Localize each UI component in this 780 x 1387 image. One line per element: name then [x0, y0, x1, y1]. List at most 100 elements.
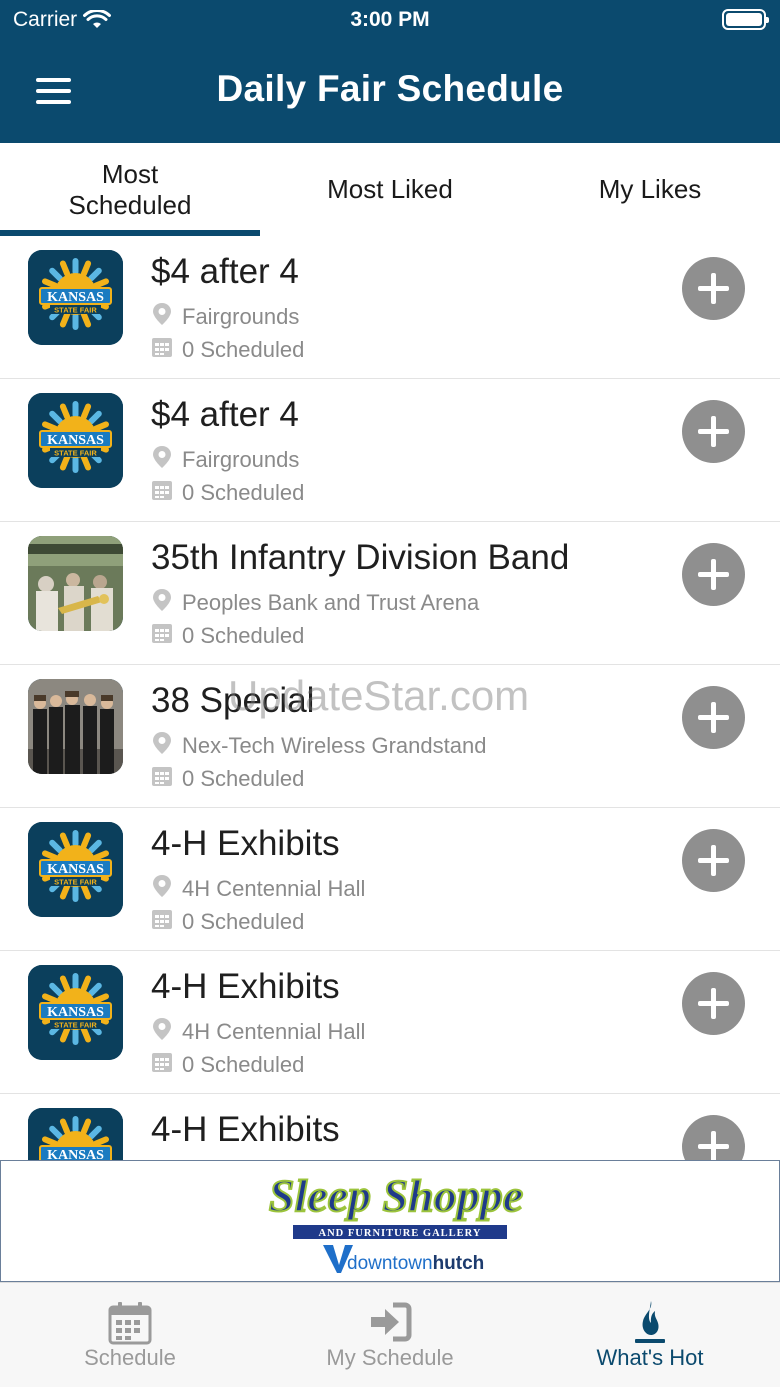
scheduled-label: 0 Scheduled: [182, 1052, 305, 1077]
calendar-icon: [151, 622, 173, 650]
calendar-icon: [151, 479, 173, 507]
location-label: Fairgrounds: [182, 304, 300, 329]
battery-icon: [722, 9, 769, 30]
status-time: 3:00 PM: [350, 8, 430, 31]
location-pin-icon: [151, 445, 173, 475]
scheduled-label: 0 Scheduled: [182, 337, 305, 362]
kansas-state-fair-logo: KANSAS STATE FAIR: [28, 965, 123, 1060]
kansas-state-fair-logo: KANSAS STATE FAIR: [28, 822, 123, 917]
event-scheduled-count: 0 Scheduled: [151, 908, 304, 936]
location-label: Peoples Bank and Trust Arena: [182, 590, 480, 615]
add-to-schedule-button[interactable]: [682, 1115, 745, 1160]
page-title: Daily Fair Schedule: [216, 68, 564, 109]
event-row[interactable]: 38 Special Nex-Tech Wireless Grandstand 0 …: [0, 665, 780, 808]
event-row[interactable]: KANSAS STATE FAIR 4-H Exhibits 4H Centenn…: [0, 808, 780, 951]
app-header: Carrier 3:00 PM Daily Fair Schedule: [0, 0, 780, 143]
event-scheduled-count: 0 Scheduled: [151, 479, 304, 507]
event-location: 4H Centennial Hall: [151, 874, 365, 904]
downtownhutch-label: downtownhutch: [347, 1253, 484, 1274]
event-list[interactable]: KANSAS STATE FAIR $4 after 4 Fairgrounds 0…: [0, 236, 780, 1160]
add-to-schedule-button[interactable]: [682, 543, 745, 606]
sleep-shoppe-brand: Sleep Shoppe: [269, 1170, 523, 1221]
event-row[interactable]: KANSAS STATE FAIR $4 after 4 Fairgrounds 0…: [0, 379, 780, 522]
location-pin-icon: [151, 874, 173, 904]
event-row[interactable]: KANSAS STATE FAIR 4-H Exhibits 4H Centenn…: [0, 951, 780, 1094]
svg-text:KANSAS: KANSAS: [47, 1148, 104, 1160]
tab-label: Most Scheduled: [68, 158, 192, 220]
calendar-icon: [108, 1302, 152, 1345]
sign-in-icon: [371, 1302, 412, 1342]
event-title: 35th Infantry Division Band: [151, 538, 570, 577]
tab-most-liked[interactable]: Most Liked: [260, 143, 520, 236]
kansas-state-fair-logo: KANSAS STATE FAIR: [28, 1108, 123, 1160]
add-to-schedule-button[interactable]: [682, 257, 745, 320]
tab-my-schedule[interactable]: My Schedule: [260, 1283, 520, 1387]
event-title: 4-H Exhibits: [151, 967, 340, 1006]
band-photo: [28, 536, 123, 631]
event-title: 38 Special: [151, 681, 315, 720]
add-to-schedule-button[interactable]: [682, 829, 745, 892]
calendar-icon: [151, 336, 173, 364]
event-location: Peoples Bank and Trust Arena: [151, 588, 479, 618]
event-scheduled-count: 0 Scheduled: [151, 336, 304, 364]
svg-text:STATE FAIR: STATE FAIR: [54, 306, 97, 315]
event-scheduled-count: 0 Scheduled: [151, 622, 304, 650]
schedule-tabs: Most Scheduled Most Liked My Likes: [0, 143, 780, 236]
add-to-schedule-button[interactable]: [682, 400, 745, 463]
location-label: Fairgrounds: [182, 447, 300, 472]
calendar-icon: [151, 908, 173, 936]
location-label: 4H Centennial Hall: [182, 1019, 366, 1044]
calendar-icon: [151, 765, 173, 793]
location-pin-icon: [151, 588, 173, 618]
scheduled-label: 0 Scheduled: [182, 766, 305, 791]
sleep-shoppe-tagline: AND FURNITURE GALLERY: [319, 1228, 482, 1239]
svg-text:KANSAS: KANSAS: [47, 862, 104, 877]
event-location: Fairgrounds: [151, 302, 299, 332]
flame-icon: [635, 1301, 665, 1343]
event-row[interactable]: KANSAS STATE FAIR $4 after 4 Fairgrounds 0…: [0, 236, 780, 379]
scheduled-label: 0 Scheduled: [182, 623, 305, 648]
svg-text:KANSAS: KANSAS: [47, 433, 104, 448]
tab-most-scheduled[interactable]: Most Scheduled: [0, 143, 260, 236]
svg-text:STATE FAIR: STATE FAIR: [54, 878, 97, 887]
scheduled-label: 0 Scheduled: [182, 909, 305, 934]
tab-my-likes[interactable]: My Likes: [520, 143, 780, 236]
event-location: Nex-Tech Wireless Grandstand: [151, 731, 486, 761]
tab-label: Most Liked: [327, 174, 453, 204]
location-pin-icon: [151, 302, 173, 332]
scheduled-label: 0 Scheduled: [182, 480, 305, 505]
location-pin-icon: [151, 1017, 173, 1047]
event-row[interactable]: KANSAS STATE FAIR 4-H Exhibits: [0, 1094, 780, 1160]
event-scheduled-count: 0 Scheduled: [151, 1051, 304, 1079]
tab-label: What's Hot: [596, 1345, 704, 1370]
event-title: 4-H Exhibits: [151, 824, 340, 863]
status-bar: Carrier 3:00 PM: [0, 0, 780, 40]
event-location: Fairgrounds: [151, 445, 299, 475]
location-label: Nex-Tech Wireless Grandstand: [182, 733, 487, 758]
tab-whats-hot[interactable]: What's Hot: [520, 1283, 780, 1387]
add-to-schedule-button[interactable]: [682, 972, 745, 1035]
svg-text:STATE FAIR: STATE FAIR: [54, 1021, 97, 1030]
sponsor-ad-banner[interactable]: Sleep Shoppe AND FURNITURE GALLERY downt…: [0, 1160, 780, 1282]
kansas-state-fair-logo: KANSAS STATE FAIR: [28, 393, 123, 488]
sleep-shoppe-logo: Sleep Shoppe AND FURNITURE GALLERY downt…: [268, 1169, 524, 1274]
svg-text:KANSAS: KANSAS: [47, 290, 104, 305]
kansas-state-fair-logo: KANSAS STATE FAIR: [28, 250, 123, 345]
location-label: 4H Centennial Hall: [182, 876, 366, 901]
event-scheduled-count: 0 Scheduled: [151, 765, 304, 793]
event-title: 4-H Exhibits: [151, 1110, 340, 1149]
event-title: $4 after 4: [151, 395, 299, 434]
tab-schedule[interactable]: Schedule: [0, 1283, 260, 1387]
svg-text:KANSAS: KANSAS: [47, 1005, 104, 1020]
add-to-schedule-button[interactable]: [682, 686, 745, 749]
svg-text:STATE FAIR: STATE FAIR: [54, 449, 97, 458]
tab-label: My Likes: [598, 174, 702, 204]
group-photo: [28, 679, 123, 774]
location-pin-icon: [151, 731, 173, 761]
calendar-icon: [151, 1051, 173, 1079]
bottom-tab-bar: Schedule My Schedule What's Hot: [0, 1282, 780, 1387]
event-title: $4 after 4: [151, 252, 299, 291]
event-row[interactable]: 35th Infantry Division Band Peoples Bank …: [0, 522, 780, 665]
event-location: 4H Centennial Hall: [151, 1017, 365, 1047]
tab-label: My Schedule: [326, 1345, 454, 1370]
